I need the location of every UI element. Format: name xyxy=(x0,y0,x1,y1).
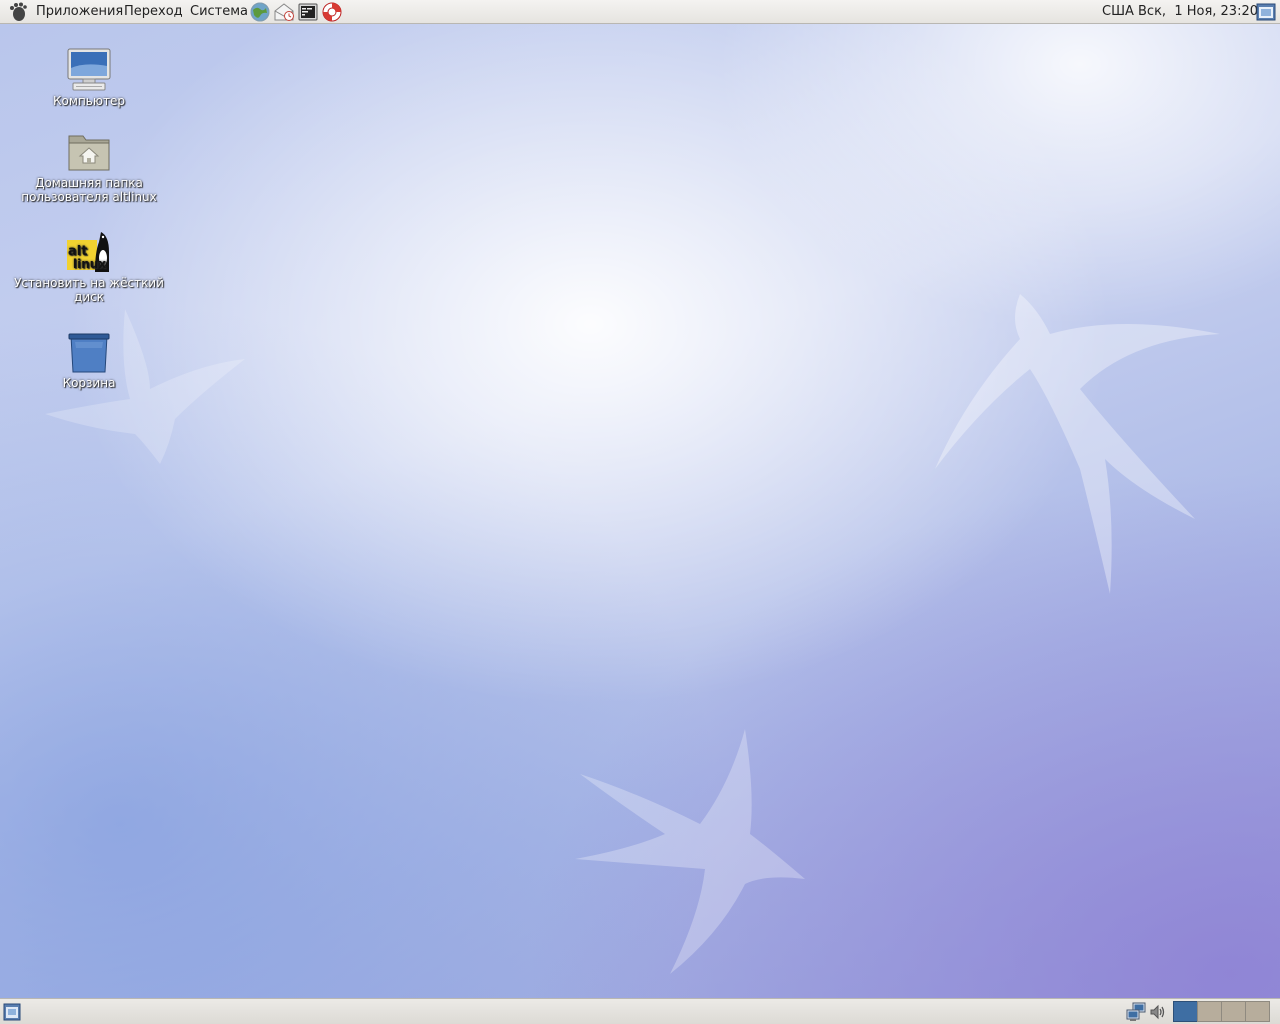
help-lifebuoy-icon[interactable] xyxy=(321,1,343,23)
show-desktop-icon[interactable] xyxy=(3,1003,21,1021)
keyboard-layout-indicator[interactable]: США xyxy=(1102,4,1134,20)
window-list-icon[interactable] xyxy=(1256,2,1276,22)
top-panel: Приложения Переход Система США Вск, 1 Но… xyxy=(0,0,1280,24)
menu-applications[interactable]: Приложения xyxy=(36,4,123,20)
desktop[interactable]: Компьютер Домашняя папка пользователя al… xyxy=(0,24,1280,998)
bottom-panel xyxy=(0,998,1280,1024)
workspace-2[interactable] xyxy=(1197,1001,1222,1022)
workspace-switcher xyxy=(1173,1001,1270,1022)
workspace-4[interactable] xyxy=(1245,1001,1270,1022)
swallow-decoration-icon xyxy=(575,729,805,974)
computer-icon xyxy=(67,48,111,91)
menu-places[interactable]: Переход xyxy=(124,4,183,20)
mail-client-icon[interactable] xyxy=(273,1,295,23)
desktop-icon-install[interactable]: alt linux Установить на жёсткий диск xyxy=(9,228,169,304)
clock[interactable]: Вск, 1 Ноя, 23:20 xyxy=(1138,4,1258,20)
volume-icon[interactable] xyxy=(1149,1003,1167,1021)
workspace-1[interactable] xyxy=(1173,1001,1198,1022)
menu-system[interactable]: Система xyxy=(190,4,248,20)
linux-badge-text: linux xyxy=(73,257,106,271)
web-browser-icon[interactable] xyxy=(249,1,271,23)
desktop-icon-label: Компьютер xyxy=(53,94,125,108)
trash-icon xyxy=(68,333,110,373)
terminal-icon[interactable] xyxy=(297,1,319,23)
workspace-3[interactable] xyxy=(1221,1001,1246,1022)
desktop-icon-label: Корзина xyxy=(62,376,116,390)
gnome-foot-icon[interactable] xyxy=(7,2,29,22)
desktop-icon-trash[interactable]: Корзина xyxy=(9,328,169,390)
network-icon[interactable] xyxy=(1126,1002,1146,1022)
home-folder-icon xyxy=(68,135,110,171)
desktop-icon-computer[interactable]: Компьютер xyxy=(9,46,169,108)
altlinux-installer-icon: alt linux xyxy=(67,232,109,272)
swallow-decoration-icon xyxy=(935,294,1220,594)
desktop-icon-label: Домашняя папка пользователя altlinux xyxy=(21,176,157,204)
desktop-icon-label: Установить на жёсткий диск xyxy=(14,276,164,304)
desktop-icon-home-folder[interactable]: Домашняя папка пользователя altlinux xyxy=(9,128,169,204)
